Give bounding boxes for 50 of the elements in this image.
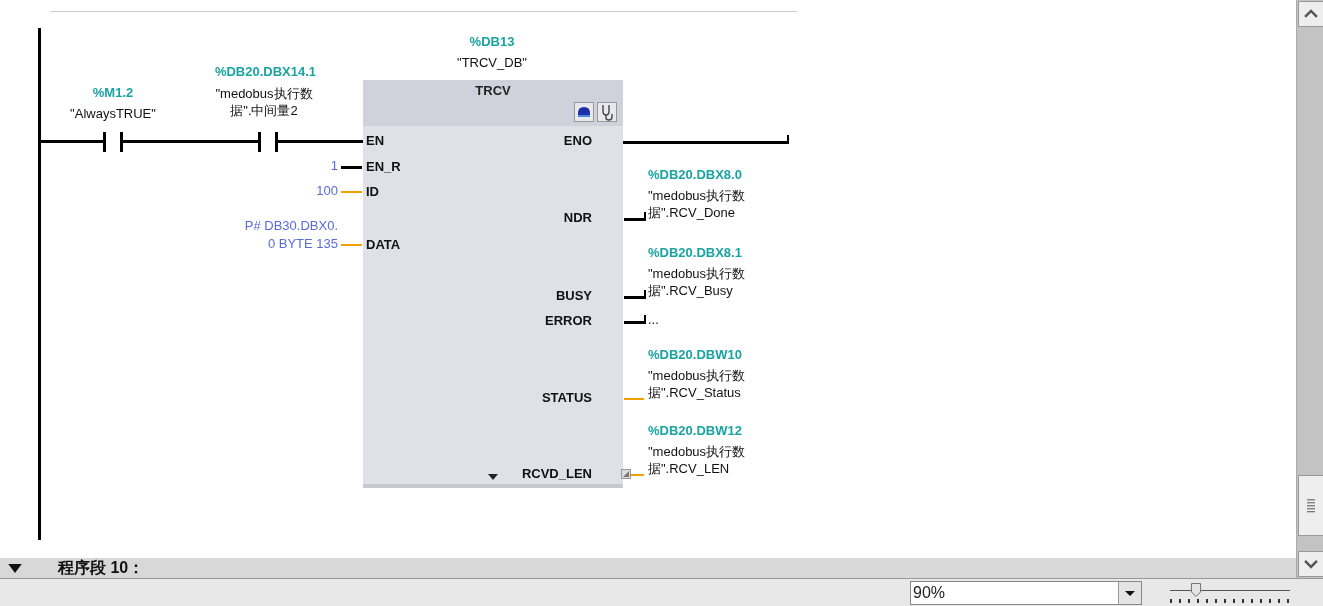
input-pin: EN_R <box>366 159 401 174</box>
expand-arrow-icon[interactable] <box>488 474 498 480</box>
operand-symbol: "medobus执行数据".RCV_Busy <box>648 265 747 299</box>
scroll-thumb[interactable] <box>1298 474 1323 537</box>
input-value: P# DB30.DBX0.0 BYTE 135 <box>243 217 338 253</box>
output-wire <box>624 290 646 299</box>
corner-icon <box>621 469 631 479</box>
dropdown-caret-icon[interactable] <box>1118 581 1141 604</box>
scroll-down-icon[interactable] <box>1298 551 1323 577</box>
block-type: TRCV <box>474 83 512 98</box>
vertical-scrollbar[interactable] <box>1296 0 1323 578</box>
input-value: 100 <box>316 182 338 200</box>
instance-name: "TRCV_DB" <box>456 54 528 71</box>
dome-icon[interactable] <box>574 102 594 122</box>
input-pin: DATA <box>366 237 401 252</box>
slider-thumb[interactable] <box>1191 582 1202 597</box>
output-pin: NDR <box>563 210 592 225</box>
input-wire <box>341 166 362 169</box>
operand-address: %DB20.DBW12 <box>648 423 742 438</box>
operand-symbol: "medobus执行数据".RCV_LEN <box>648 443 747 477</box>
output-pin: BUSY <box>555 288 592 303</box>
input-value: 1 <box>330 157 338 175</box>
network-title: 程序段 10： <box>58 557 145 578</box>
collapse-icon[interactable] <box>8 563 22 573</box>
operand-symbol: "medobus执行数据".RCV_Done <box>648 187 747 221</box>
operand-address: %M1.2 <box>91 85 135 100</box>
input-pin: ID <box>366 184 379 199</box>
output-value: ... <box>648 311 659 328</box>
operand-symbol: "AlwaysTRUE" <box>69 105 157 122</box>
output-wire <box>624 315 646 324</box>
instance-address: %DB13 <box>468 34 516 49</box>
operand-symbol: "medobus执行数据".RCV_Status <box>648 367 747 401</box>
input-pin: EN <box>366 133 385 148</box>
operand-address: %DB20.DBX8.0 <box>648 167 742 182</box>
operand-address: %DB20.DBX14.1 <box>213 64 318 79</box>
operand-symbol: "medobus执行数据".中间量2 <box>214 85 314 119</box>
input-wire <box>341 244 362 246</box>
output-pin: ENO <box>563 133 592 148</box>
network-header[interactable]: 程序段 10： <box>0 558 1296 578</box>
operand-address: %DB20.DBW10 <box>648 347 742 362</box>
zoom-dropdown[interactable]: 90% <box>910 580 1142 605</box>
zoom-slider[interactable] <box>1170 581 1290 604</box>
output-pin: ERROR <box>545 313 592 328</box>
input-wire <box>341 191 362 193</box>
output-pin: STATUS <box>541 390 592 405</box>
scroll-up-icon[interactable] <box>1298 1 1323 27</box>
output-wire <box>624 212 646 221</box>
stethoscope-icon[interactable] <box>597 102 617 122</box>
output-pin: RCVD_LEN <box>521 466 592 481</box>
operand-address: %DB20.DBX8.1 <box>648 245 742 260</box>
